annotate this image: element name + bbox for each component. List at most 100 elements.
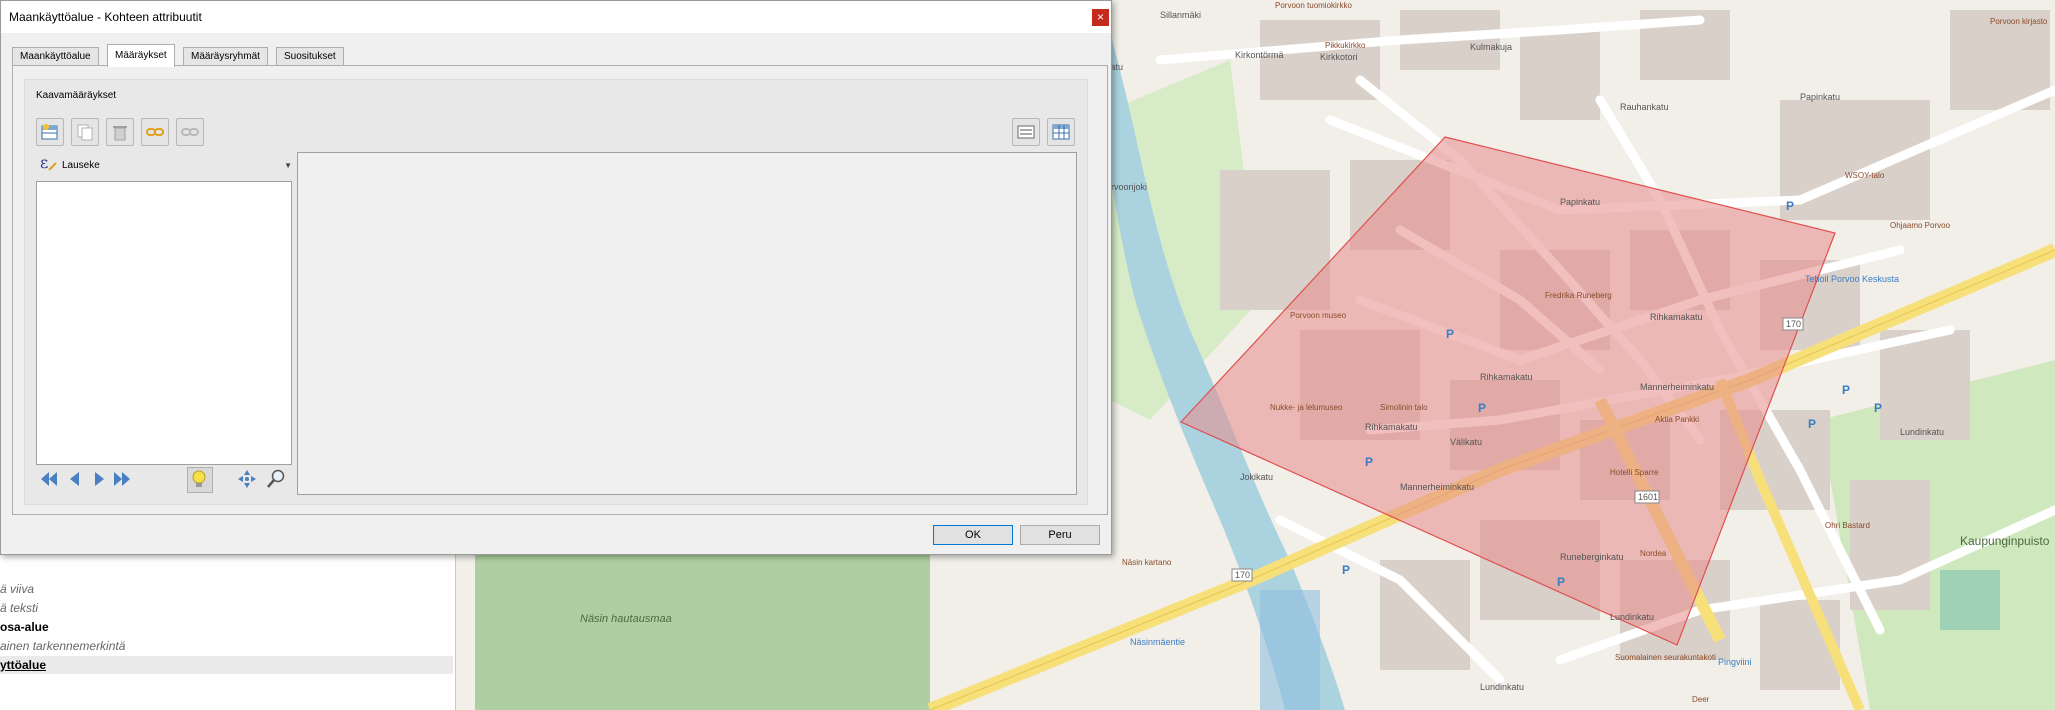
copy-feature-button[interactable] xyxy=(71,118,99,146)
parking-icon: P xyxy=(1557,575,1565,589)
first-icon xyxy=(41,472,57,486)
map-label-kaupunginpuisto: Kaupunginpuisto xyxy=(1960,534,2050,548)
epsilon-expression-icon: ε xyxy=(40,153,57,172)
map-label-rihkamakatu: Rihkamakatu xyxy=(1650,312,1703,322)
map-label-hotelli: Hotelli Sparre xyxy=(1610,468,1659,477)
layer-item-selected[interactable]: yttöalue xyxy=(0,656,453,674)
layers-panel: ä viiva ä teksti osa-alue ainen tarkenne… xyxy=(0,548,456,710)
map-label-rihkamakatu-3: Rihkamakatu xyxy=(1365,422,1418,432)
last-feature-button[interactable] xyxy=(111,468,133,490)
map-label-rihkamakatu-2: Rihkamakatu xyxy=(1480,372,1533,382)
map-label-lundinkatu-2: Lundinkatu xyxy=(1610,612,1654,622)
expression-label: Lauseke xyxy=(62,160,100,171)
map-label-nukke: Nukke- ja lelumuseo xyxy=(1270,403,1343,412)
map-label-porvoon-tuomiokirkko: Porvoon tuomiokirkko xyxy=(1275,1,1352,10)
parking-icon: P xyxy=(1446,327,1454,341)
tab-maaraysryhmat[interactable]: Määräysryhmät xyxy=(183,47,268,66)
zoom-icon xyxy=(267,469,285,488)
map-label-mannerheiminkatu: Mannerheiminkatu xyxy=(1400,482,1474,492)
layer-item[interactable]: osa-alue xyxy=(0,618,49,636)
map-label-rauhankatu: Rauhankatu xyxy=(1620,102,1669,112)
table-view-button[interactable] xyxy=(1047,118,1075,146)
tab-suositukset[interactable]: Suositukset xyxy=(276,47,344,66)
road-shield-170: 170 xyxy=(1235,570,1250,580)
first-feature-button[interactable] xyxy=(38,468,60,490)
map-label-papinkatu-2: Papinkatu xyxy=(1560,197,1600,207)
map-label-pingviini: Pingviini xyxy=(1718,657,1752,667)
feature-attributes-dialog: Maankäyttöalue - Kohteen attribuutit × M… xyxy=(0,0,1112,555)
previous-icon xyxy=(70,472,79,486)
map-label-deer: Deer xyxy=(1692,695,1710,704)
map-label-runebergin: Runeberginkatu xyxy=(1560,552,1624,562)
map-label-valikatu: Välikatu xyxy=(1450,437,1482,447)
map-label-seurakuntakoti: Suomalainen seurakuntakoti xyxy=(1615,653,1716,662)
next-icon xyxy=(95,472,104,486)
title-bar[interactable]: Maankäyttöalue - Kohteen attribuutit × xyxy=(1,1,1111,33)
table-view-icon xyxy=(1052,124,1070,140)
group-title: Kaavamääräykset xyxy=(36,90,117,101)
map-label-kirkontorma: Kirkontörmä xyxy=(1235,50,1284,60)
pan-icon xyxy=(238,470,256,488)
map-label-aktia: Aktia Pankki xyxy=(1655,415,1699,424)
pan-to-feature-button[interactable] xyxy=(236,468,258,490)
parking-icon: P xyxy=(1365,455,1373,469)
parking-icon: P xyxy=(1786,199,1794,213)
ok-button[interactable]: OK xyxy=(933,525,1013,545)
layer-item[interactable]: ainen tarkennemerkintä xyxy=(0,637,125,655)
last-icon xyxy=(114,472,130,486)
map-label-sillanmaki: Sillanmäki xyxy=(1160,10,1201,20)
map-label-nasin-kartano: Näsin kartano xyxy=(1122,558,1172,567)
unlink-icon xyxy=(181,128,199,136)
map-label-ohjaamo: Ohjaamo Porvoo xyxy=(1890,221,1951,230)
map-label-runeberg: Fredrika Runeberg xyxy=(1545,291,1612,300)
map-label-jokikatu-2: Jokikatu xyxy=(1240,472,1273,482)
parking-icon: P xyxy=(1808,417,1816,431)
add-feature-icon xyxy=(41,124,58,140)
cancel-button[interactable]: Peru xyxy=(1020,525,1100,545)
map-label-porvoon-museo: Porvoon museo xyxy=(1290,311,1347,320)
map-label-lundinkatu-3: Lundinkatu xyxy=(1480,682,1524,692)
expression-selector[interactable]: ε Lauseke ▼ xyxy=(36,153,292,175)
copy-icon xyxy=(77,124,93,141)
map-label-papinkatu: Papinkatu xyxy=(1800,92,1840,102)
lightbulb-icon xyxy=(192,470,206,487)
previous-feature-button[interactable] xyxy=(64,468,86,490)
link-icon xyxy=(146,128,164,136)
unlink-feature-button[interactable] xyxy=(176,118,204,146)
feature-list[interactable] xyxy=(36,181,292,465)
add-feature-button[interactable] xyxy=(36,118,64,146)
form-view-button[interactable] xyxy=(1012,118,1040,146)
close-button[interactable]: × xyxy=(1092,9,1109,26)
map-label-ohri-bastard: Ohri Bastard xyxy=(1825,521,1870,530)
feature-editor-area xyxy=(297,152,1077,495)
map-label-wsoy-talo: WSOY-talo xyxy=(1845,171,1885,180)
map-label-kirkkotori: Kirkkotori xyxy=(1320,52,1358,62)
next-feature-button[interactable] xyxy=(88,468,110,490)
map-label-nasinmaentie: Näsinmäentie xyxy=(1130,637,1185,647)
delete-feature-button[interactable] xyxy=(106,118,134,146)
trash-icon xyxy=(113,126,127,141)
link-feature-button[interactable] xyxy=(141,118,169,146)
zoom-to-feature-button[interactable] xyxy=(265,468,287,490)
road-shield-1601: 1601 xyxy=(1638,492,1658,502)
dialog-title: Maankäyttöalue - Kohteen attribuutit xyxy=(9,10,202,24)
parking-icon: P xyxy=(1342,563,1350,577)
highlight-feature-button[interactable] xyxy=(187,467,213,493)
map-label-mannerheiminkatu-2: Mannerheiminkatu xyxy=(1640,382,1714,392)
map-label-nasin-hautausmaa: Näsin hautausmaa xyxy=(580,613,672,625)
map-label-porvoon-kirjasto: Porvoon kirjasto xyxy=(1990,17,2048,26)
map-label-kulmakuja: Kulmakuja xyxy=(1470,42,1512,52)
map-label-nordea: Nordea xyxy=(1640,549,1667,558)
layer-item[interactable]: ä viiva xyxy=(0,580,34,598)
layer-item[interactable]: ä teksti xyxy=(0,599,38,617)
tab-maaraykset[interactable]: Määräykset xyxy=(107,44,175,67)
tab-maankayttoalue[interactable]: Maankäyttöalue xyxy=(12,47,99,66)
map-label-simolinin-talo: Simolinin talo xyxy=(1380,403,1428,412)
map-label-lundinkatu: Lundinkatu xyxy=(1900,427,1944,437)
road-shield-170-2: 170 xyxy=(1786,319,1801,329)
form-view-icon xyxy=(1017,125,1035,139)
map-label-teboil: Teboil Porvoo Keskusta xyxy=(1805,274,1899,284)
svg-text:ε: ε xyxy=(40,153,48,172)
chevron-down-icon: ▼ xyxy=(284,161,292,170)
map-label-pikkukirkko: Pikkukirkko xyxy=(1325,41,1366,50)
